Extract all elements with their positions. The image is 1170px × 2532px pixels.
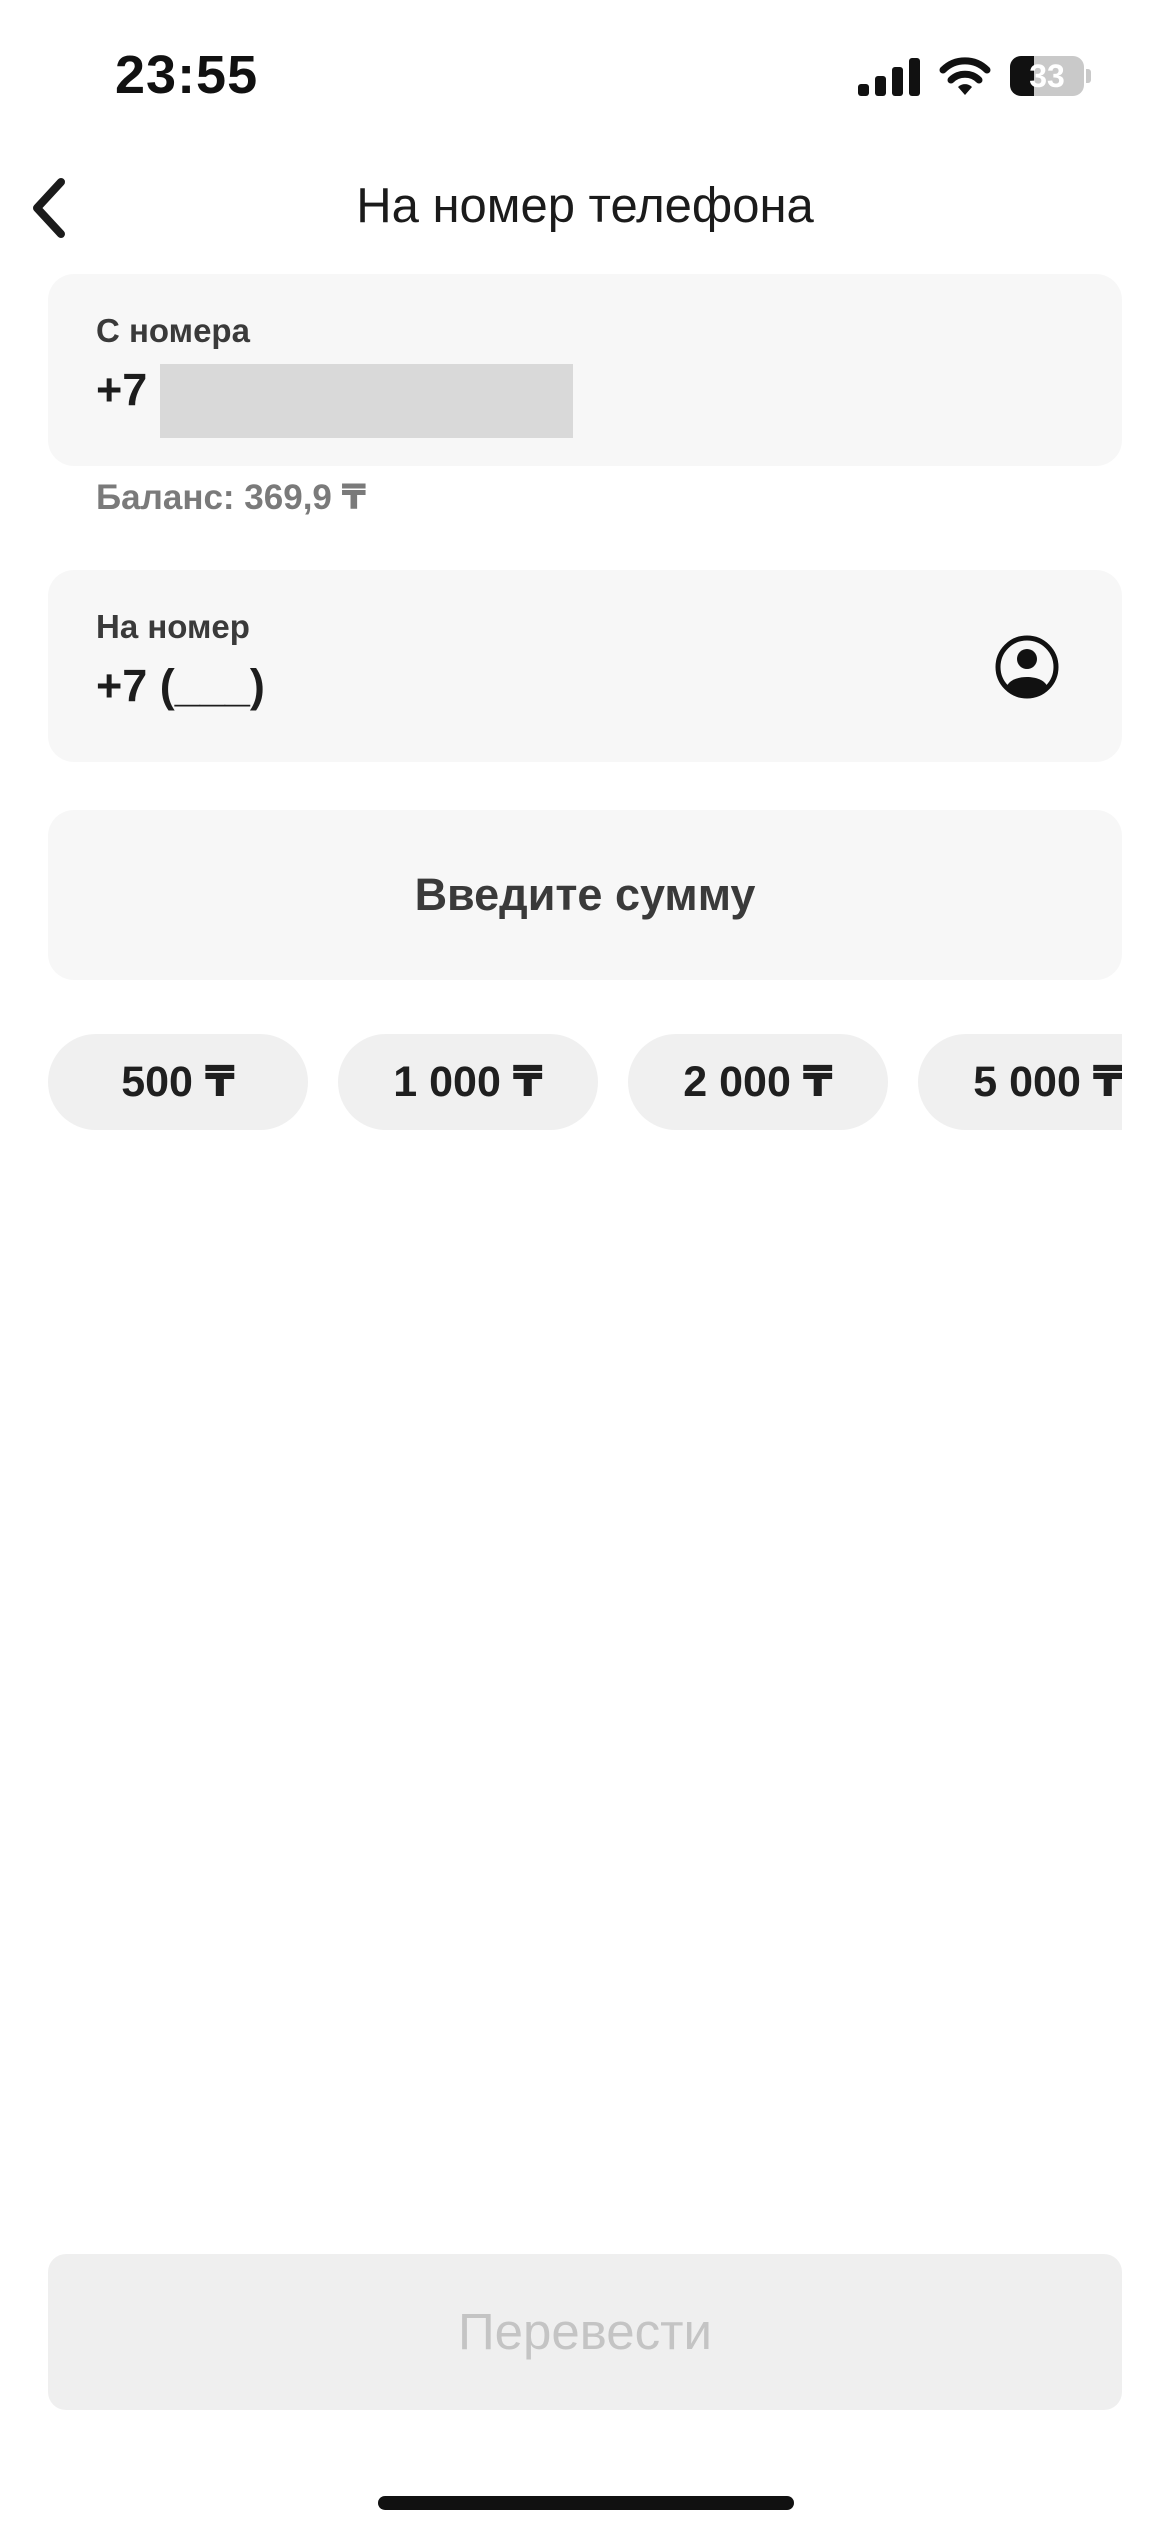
transfer-button[interactable]: Перевести (48, 2254, 1122, 2410)
contacts-button[interactable] (994, 634, 1060, 700)
status-bar: 23:55 33 (0, 0, 1170, 150)
page-title: На номер телефона (356, 179, 814, 233)
quick-amount-chip[interactable]: 5 000 ₸ (918, 1034, 1122, 1130)
wifi-icon (939, 57, 991, 95)
amount-input[interactable]: Введите сумму (48, 810, 1122, 980)
quick-amount-chip[interactable]: 2 000 ₸ (628, 1034, 888, 1130)
battery-level: 33 (1029, 58, 1065, 94)
to-number-value: +7 (___) (96, 660, 265, 711)
status-time: 23:55 (115, 45, 259, 105)
quick-amount-chip[interactable]: 500 ₸ (48, 1034, 308, 1130)
to-number-label: На номер (96, 608, 250, 645)
amount-placeholder: Введите сумму (414, 869, 756, 920)
battery-tip (1086, 69, 1091, 83)
masked-phone-number (160, 364, 573, 438)
to-number-field[interactable]: На номер +7 (___) (48, 570, 1122, 762)
home-indicator[interactable] (378, 2496, 794, 2510)
battery-body: 33 (1010, 56, 1084, 96)
quick-amount-chips: 500 ₸ 1 000 ₸ 2 000 ₸ 5 000 ₸ (48, 1034, 1122, 1130)
from-number-card[interactable]: С номера +7 (48, 274, 1122, 466)
signal-icon (858, 58, 920, 96)
transfer-to-phone-screen: 23:55 33 На номер телефона С номера +7 Б… (0, 0, 1170, 2532)
from-number-prefix: +7 (96, 364, 148, 415)
from-number-label: С номера (96, 312, 250, 349)
battery-icon: 33 (1010, 56, 1091, 96)
quick-amount-chip[interactable]: 1 000 ₸ (338, 1034, 598, 1130)
balance-text: Баланс: 369,9 ₸ (96, 478, 366, 517)
